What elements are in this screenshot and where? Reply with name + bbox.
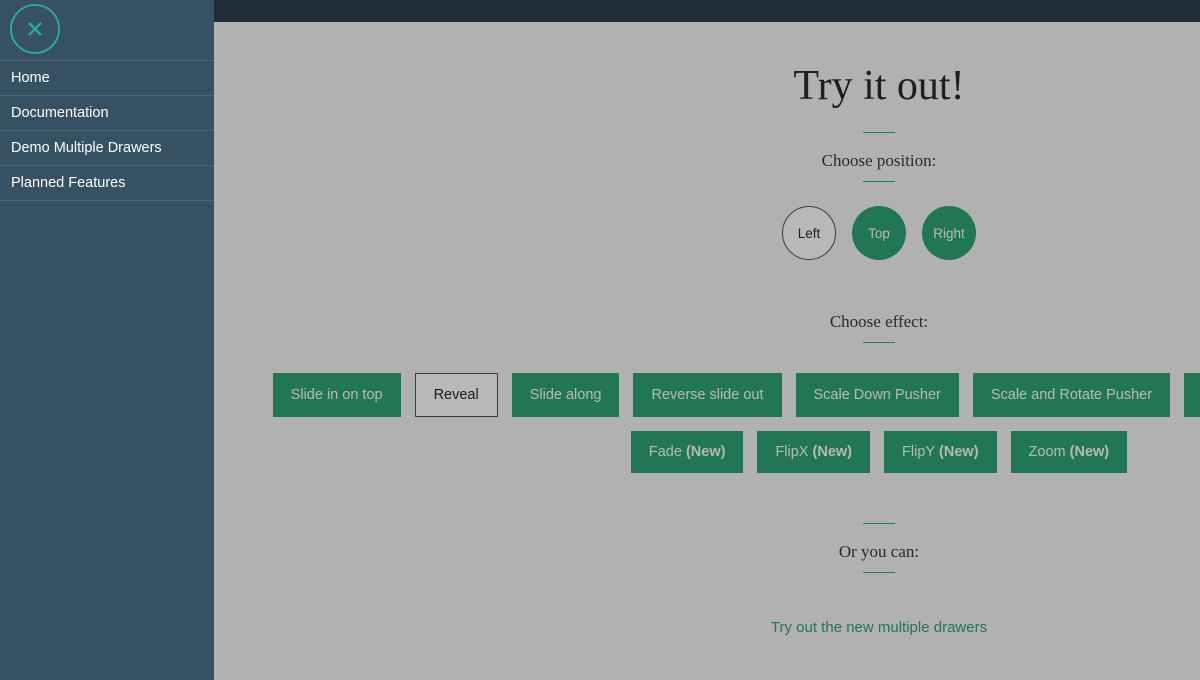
drawer-item-planned-features[interactable]: Planned Features xyxy=(0,166,214,201)
drawer-item-demo-multiple-drawers[interactable]: Demo Multiple Drawers xyxy=(0,131,214,166)
drawer-item-documentation[interactable]: Documentation xyxy=(0,96,214,131)
drawer-nav-list: HomeDocumentationDemo Multiple DrawersPl… xyxy=(0,60,214,201)
side-drawer: HomeDocumentationDemo Multiple DrawersPl… xyxy=(0,0,214,680)
close-icon xyxy=(24,18,46,40)
drawer-item-home[interactable]: Home xyxy=(0,61,214,96)
close-drawer-button[interactable] xyxy=(10,4,60,54)
